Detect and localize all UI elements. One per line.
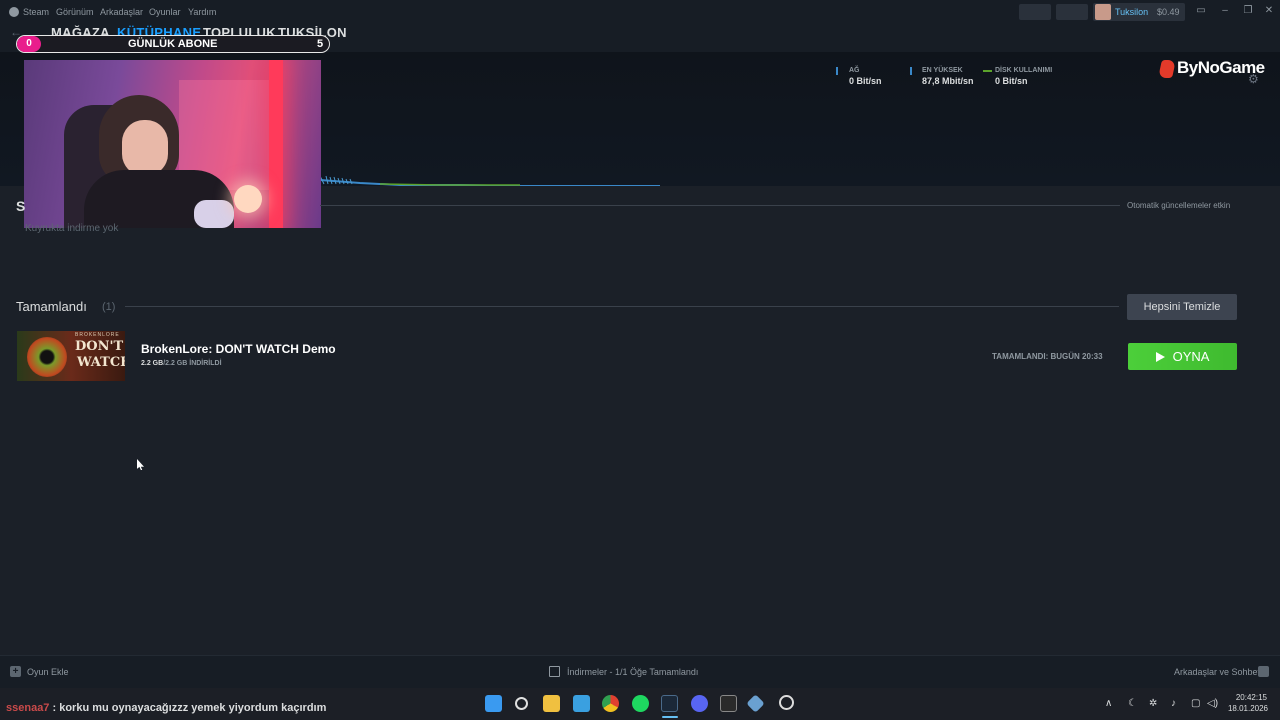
chat-username: ssenaa7 (6, 702, 50, 714)
network-icon (836, 67, 838, 75)
thumbnail-text: DON'T (75, 339, 124, 354)
friends-chat-icon[interactable] (1258, 666, 1269, 677)
menu-friends[interactable]: Arkadaşlar (100, 7, 143, 17)
add-icon[interactable]: + (10, 666, 21, 677)
queue-empty-text: Kuyrukta indirme yok (25, 223, 119, 234)
wallet-balance: $0.49 (1157, 7, 1180, 17)
photos-icon[interactable] (573, 695, 590, 712)
announcements-button[interactable] (1019, 4, 1051, 20)
webcam-overlay (24, 60, 321, 228)
settings-gear-icon[interactable]: ⚙ (1248, 72, 1262, 86)
minimize-icon[interactable]: – (1220, 6, 1230, 16)
tray-app-icon[interactable]: ✲ (1149, 698, 1157, 709)
clock-app-icon[interactable] (779, 695, 794, 710)
search-icon[interactable] (515, 697, 528, 710)
steam-taskbar-icon[interactable] (661, 695, 678, 712)
bandwidth-graph-line (320, 175, 660, 186)
tray-moon-icon[interactable]: ☾ (1128, 698, 1137, 709)
divider (320, 205, 1120, 206)
big-picture-icon[interactable]: ▭ (1196, 6, 1206, 16)
microphone-icon[interactable]: ♪ (1171, 698, 1176, 709)
maximize-icon[interactable]: ❐ (1243, 6, 1253, 16)
downloads-icon[interactable] (549, 666, 560, 677)
play-icon (1155, 352, 1165, 362)
thumbnail-text: WATCH (77, 355, 125, 370)
peak-label: EN YÜKSEK (922, 67, 963, 74)
queue-heading: S (16, 198, 26, 214)
peak-icon (910, 67, 912, 75)
webcam-lamp (234, 185, 262, 213)
friends-chat-button[interactable]: Arkadaşlar ve Sohbet (1174, 667, 1260, 677)
thumbnail-eye (27, 337, 67, 377)
avatar[interactable] (1095, 4, 1111, 20)
download-size: 2.2 GB/2.2 GB İNDİRİLDİ (141, 360, 222, 367)
discord-icon[interactable] (691, 695, 708, 712)
peak-value: 87,8 Mbit/sn (922, 76, 974, 86)
webcam-light (269, 60, 283, 228)
username[interactable]: Tuksilon (1115, 7, 1148, 17)
network-label: AĞ (849, 67, 860, 74)
auto-updates-status[interactable]: Otomatik güncellemeler etkin (1127, 201, 1230, 210)
webcam-hand (194, 200, 234, 228)
subscriber-count: 5 (317, 38, 324, 50)
close-icon[interactable]: ✕ (1264, 6, 1274, 16)
chat-text: : korku mu oynayacağızzz yemek yiyordum … (52, 702, 327, 714)
completed-heading: Tamamlandı (16, 299, 87, 314)
windows-start-icon[interactable] (485, 695, 502, 712)
webcam-face (122, 120, 168, 176)
tray-chevron-up-icon[interactable]: ∧ (1105, 698, 1112, 709)
game-thumbnail[interactable]: BROKENLORE DON'T WATCH (17, 331, 125, 381)
total-size: /2.2 GB İNDİRİLDİ (163, 360, 222, 367)
divider (125, 306, 1119, 307)
chrome-icon[interactable] (602, 695, 619, 712)
display-icon[interactable]: ▢ (1191, 698, 1200, 709)
downloaded-size: 2.2 GB (141, 360, 164, 367)
clock-date[interactable]: 18.01.2026 (1226, 704, 1268, 713)
menu-games[interactable]: Oyunlar (149, 7, 181, 17)
add-game-button[interactable]: Oyun Ekle (27, 667, 69, 677)
notifications-bell-icon[interactable] (1056, 4, 1088, 20)
thumbnail-brand: BROKENLORE (75, 332, 120, 338)
completed-count: (1) (102, 301, 116, 313)
disk-value: 0 Bit/sn (995, 76, 1028, 86)
mouse-cursor (137, 459, 144, 470)
game-title[interactable]: BrokenLore: DON'T WATCH Demo (141, 342, 336, 356)
completed-time: TAMAMLANDI: BUGÜN 20:33 (992, 352, 1103, 361)
menu-steam[interactable]: Steam (23, 7, 49, 17)
play-label: OYNA (1172, 349, 1210, 364)
downloads-status[interactable]: İndirmeler - 1/1 Öğe Tamamlandı (567, 667, 698, 677)
active-app-indicator (662, 716, 678, 718)
steam-icon[interactable] (9, 7, 19, 17)
stream-chat-message: ssenaa7 : korku mu oynayacağızzz yemek y… (6, 702, 326, 714)
clear-all-button[interactable]: Hepsini Temizle (1127, 294, 1237, 320)
subscriber-label: GÜNLÜK ABONE (128, 38, 218, 50)
play-button[interactable]: OYNA (1128, 343, 1237, 370)
network-value: 0 Bit/sn (849, 76, 882, 86)
disk-label: DİSK KULLANIMI (995, 67, 1053, 74)
spotify-icon[interactable] (632, 695, 649, 712)
menu-help[interactable]: Yardım (188, 7, 216, 17)
volume-icon[interactable]: ◁) (1207, 698, 1218, 709)
epic-games-icon[interactable] (720, 695, 737, 712)
menu-view[interactable]: Görünüm (56, 7, 94, 17)
clock-time[interactable]: 20:42:15 (1233, 693, 1267, 702)
menu-bar: Steam Görünüm Arkadaşlar Oyunlar Yardım (0, 0, 1280, 24)
file-explorer-icon[interactable] (543, 695, 560, 712)
subscriber-badge: 0 (17, 36, 41, 52)
disk-icon (983, 70, 992, 72)
